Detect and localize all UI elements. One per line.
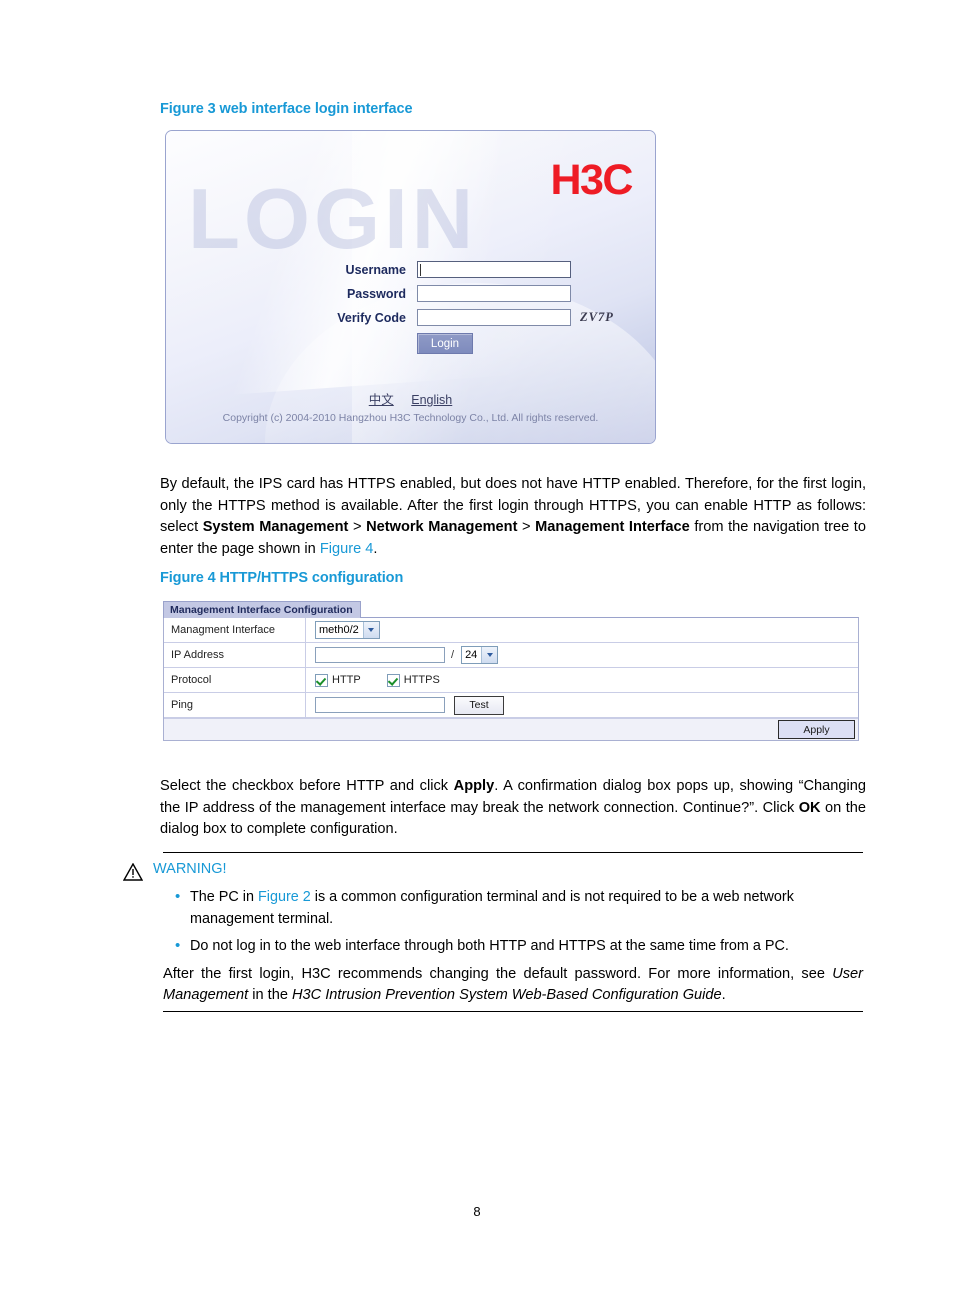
bullet1-segment-1: The PC in <box>190 889 258 905</box>
verify-code-row: Verify Code ZV7P <box>166 309 655 326</box>
warning-header: WARNING! <box>123 861 863 881</box>
management-interface-label: Managment Interface <box>164 618 306 642</box>
management-interface-selected-value: meth0/2 <box>319 624 359 636</box>
ping-value: Test <box>306 695 858 715</box>
password-row: Password <box>166 285 655 302</box>
chevron-down-icon[interactable] <box>362 622 379 638</box>
para2-bold-apply: Apply <box>453 778 495 794</box>
h3c-logo: H3C <box>550 156 633 204</box>
login-button-row: Login <box>166 333 655 354</box>
verify-code-label: Verify Code <box>337 310 406 325</box>
protocol-https-label: HTTPS <box>403 674 440 686</box>
language-switcher: 中文 English <box>166 389 655 408</box>
text-caret <box>420 264 421 276</box>
management-interface-select[interactable]: meth0/2 <box>315 621 380 639</box>
warning-top-rule <box>163 852 863 853</box>
figure-3-caption: Figure 3 web interface login interface <box>160 101 413 117</box>
warning-bottom-rule <box>163 1010 863 1012</box>
login-watermark-text: LOGIN <box>188 172 478 267</box>
username-row: Username <box>166 261 655 278</box>
checkmark-icon <box>386 673 400 687</box>
password-recommendation-paragraph: After the first login, H3C recommends ch… <box>163 964 863 1007</box>
protocol-checkbox-http[interactable]: HTTP <box>315 673 361 687</box>
ip-mask-select[interactable]: 24 <box>461 646 499 664</box>
config-row-protocol: Protocol HTTP HTTPS <box>164 668 858 693</box>
document-page: Figure 3 web interface login interface L… <box>0 0 954 1296</box>
ip-mask-selected-value: 24 <box>465 649 478 661</box>
verify-code-input[interactable] <box>417 309 571 326</box>
password-label: Password <box>346 286 406 301</box>
chevron-down-icon[interactable] <box>481 647 498 663</box>
nav-separator-2: > <box>517 519 536 535</box>
copyright-text: Copyright (c) 2004-2010 Hangzhou H3C Tec… <box>222 412 599 424</box>
ip-address-value: / 24 <box>306 646 858 664</box>
figure-4-crossreference[interactable]: Figure 4 <box>320 541 374 557</box>
ip-address-label: IP Address <box>164 643 306 667</box>
username-label: Username <box>345 262 406 277</box>
warning-bullet-1: The PC in Figure 2 is a common configura… <box>163 886 863 930</box>
warning-bullet-2: Do not log in to the web interface throu… <box>163 935 863 958</box>
protocol-http-label: HTTP <box>332 674 361 686</box>
final-segment-2: in the <box>248 987 292 1003</box>
nav-path-management-interface: Management Interface <box>535 519 690 535</box>
config-row-management-interface: Managment Interface meth0/2 <box>164 618 858 643</box>
apply-button[interactable]: Apply <box>778 720 855 739</box>
ping-input[interactable] <box>315 697 445 713</box>
protocol-value: HTTP HTTPS <box>306 673 858 687</box>
ping-test-button[interactable]: Test <box>454 695 504 715</box>
apply-instructions-paragraph: Select the checkbox before HTTP and clic… <box>160 776 866 841</box>
ip-address-input[interactable] <box>315 647 445 663</box>
figure-2-crossreference[interactable]: Figure 2 <box>258 889 311 905</box>
protocol-label: Protocol <box>164 668 306 692</box>
nav-separator-1: > <box>348 519 367 535</box>
management-interface-value: meth0/2 <box>306 621 858 639</box>
username-input[interactable] <box>417 261 571 278</box>
ping-label: Ping <box>164 693 306 717</box>
bullet2-segment-1: Do not log in to the web interface throu… <box>190 938 789 954</box>
final-segment-1: After the first login, H3C recommends ch… <box>163 965 833 982</box>
ip-mask-separator: / <box>451 649 455 661</box>
warning-title: WARNING! <box>153 861 227 877</box>
intro-paragraph: By default, the IPS card has HTTPS enabl… <box>160 474 866 560</box>
warning-triangle-icon <box>123 863 143 881</box>
config-panel-body: Managment Interface meth0/2 IP Address / <box>163 617 859 741</box>
nav-path-network-management: Network Management <box>366 519 518 535</box>
warning-bullet-list: The PC in Figure 2 is a common configura… <box>163 886 863 958</box>
figure-4-caption: Figure 4 HTTP/HTTPS configuration <box>160 570 404 586</box>
login-form: Username Password Verify Code ZV7P Login <box>166 261 655 354</box>
final-italic-guide-title: H3C Intrusion Prevention System Web-Base… <box>292 987 722 1003</box>
nav-path-system-management: System Management <box>202 519 349 535</box>
warning-callout: WARNING! The PC in Figure 2 is a common … <box>123 852 863 1012</box>
login-interface-figure: LOGIN H3C Username Password Verify Code … <box>165 130 656 444</box>
login-button[interactable]: Login <box>417 333 473 354</box>
page-number: 8 <box>473 1204 481 1219</box>
config-panel-footer: Apply <box>164 718 858 740</box>
config-panel-tab[interactable]: Management Interface Configuration <box>163 601 361 618</box>
para2-bold-ok: OK <box>798 799 821 816</box>
management-interface-config-figure: Management Interface Configuration Manag… <box>163 600 859 744</box>
protocol-checkbox-https[interactable]: HTTPS <box>386 673 440 687</box>
checkmark-icon <box>315 673 328 687</box>
final-segment-3: . <box>721 987 726 1003</box>
para1-segment-3: . <box>373 540 378 557</box>
config-row-ping: Ping Test <box>164 693 858 718</box>
password-input[interactable] <box>417 285 571 302</box>
language-link-english[interactable]: English <box>411 393 452 407</box>
language-link-chinese[interactable]: 中文 <box>369 393 394 407</box>
config-row-ip-address: IP Address / 24 <box>164 643 858 668</box>
para2-segment-1: Select the checkbox before HTTP and clic… <box>160 778 454 794</box>
captcha-image-text: ZV7P <box>580 310 614 324</box>
